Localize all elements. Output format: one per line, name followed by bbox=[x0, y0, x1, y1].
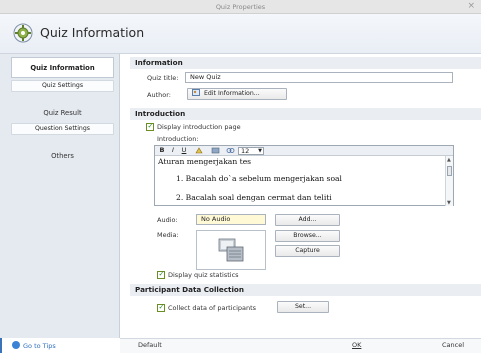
window-titlebar: Quiz Properties × bbox=[0, 0, 481, 14]
editor-toolbar: B I U 12 ▼ bbox=[155, 146, 453, 156]
display-intro-label: Display introduction page bbox=[157, 123, 241, 131]
capture-button[interactable]: Capture bbox=[275, 245, 340, 257]
display-stats-checkbox[interactable] bbox=[157, 270, 165, 279]
collect-data-checkbox[interactable] bbox=[157, 303, 165, 312]
sidebar-item-quiz-settings[interactable]: Quiz Settings bbox=[11, 80, 114, 92]
link-icon[interactable] bbox=[226, 146, 235, 155]
highlight-icon[interactable] bbox=[195, 146, 204, 155]
tips-icon bbox=[12, 341, 20, 349]
set-button[interactable]: Set... bbox=[277, 301, 329, 313]
go-to-tips-link[interactable]: Go to Tips bbox=[12, 341, 56, 350]
intro-content-title: Aturan mengerjakan tes bbox=[158, 157, 252, 166]
introduction-label: Introduction: bbox=[157, 135, 199, 143]
display-stats-label: Display quiz statistics bbox=[168, 271, 239, 279]
scroll-up-icon[interactable]: ▲ bbox=[447, 157, 451, 163]
edit-information-button[interactable]: Edit Information... bbox=[187, 88, 287, 100]
edit-info-icon bbox=[192, 89, 200, 96]
sidebar-item-others[interactable]: Others bbox=[11, 146, 114, 167]
audio-label: Audio: bbox=[157, 216, 178, 224]
ok-button[interactable]: OK bbox=[352, 341, 361, 349]
font-size-select[interactable]: 12 ▼ bbox=[238, 147, 264, 155]
sidebar: Quiz Information Quiz Settings Quiz Resu… bbox=[0, 54, 120, 338]
edit-information-label: Edit Information... bbox=[204, 90, 260, 97]
footer-bar bbox=[120, 338, 481, 353]
scroll-thumb[interactable] bbox=[447, 166, 452, 176]
quiz-title-input[interactable]: New Quiz bbox=[185, 72, 453, 83]
bold-button[interactable]: B bbox=[158, 146, 166, 155]
page-header: Quiz Information bbox=[0, 14, 481, 54]
chevron-down-icon: ▼ bbox=[258, 148, 262, 154]
introduction-editor[interactable]: B I U 12 ▼ Aturan mengerjakan tes 1. Bac… bbox=[154, 145, 454, 206]
page-title: Quiz Information bbox=[40, 25, 145, 40]
default-button[interactable]: Default bbox=[138, 341, 162, 349]
section-information: Information bbox=[130, 57, 481, 69]
font-size-value: 12 bbox=[241, 147, 250, 155]
image-icon[interactable] bbox=[211, 146, 220, 155]
sidebar-item-quiz-information[interactable]: Quiz Information bbox=[11, 57, 114, 78]
browse-button[interactable]: Browse... bbox=[275, 230, 340, 242]
section-introduction: Introduction bbox=[130, 108, 481, 120]
section-participant-data: Participant Data Collection bbox=[130, 284, 481, 296]
gear-icon bbox=[13, 23, 33, 43]
media-placeholder-icon bbox=[218, 238, 244, 262]
cancel-button[interactable]: Cancel bbox=[442, 341, 464, 349]
display-intro-checkbox[interactable] bbox=[146, 122, 154, 131]
underline-button[interactable]: U bbox=[180, 146, 188, 155]
editor-scrollbar[interactable]: ▲ ▼ bbox=[445, 156, 453, 206]
intro-content-item: 2. Bacalah soal dengan cermat dan teliti bbox=[176, 193, 332, 202]
sidebar-item-question-settings[interactable]: Question Settings bbox=[11, 123, 114, 135]
collect-data-label: Collect data of participants bbox=[168, 304, 257, 312]
italic-button[interactable]: I bbox=[169, 146, 177, 155]
sidebar-item-quiz-result[interactable]: Quiz Result bbox=[11, 103, 114, 124]
media-label: Media: bbox=[157, 231, 179, 239]
audio-field[interactable]: No Audio bbox=[196, 214, 266, 225]
media-preview[interactable] bbox=[196, 230, 266, 270]
go-to-tips-label: Go to Tips bbox=[23, 342, 56, 350]
scroll-down-icon[interactable]: ▼ bbox=[447, 200, 451, 206]
close-icon[interactable]: × bbox=[467, 1, 475, 11]
author-label: Author: bbox=[147, 91, 171, 99]
window-title: Quiz Properties bbox=[215, 3, 266, 11]
intro-content-item: 1. Bacalah do`a sebelum mengerjakan soal bbox=[176, 174, 342, 183]
quiz-title-label: Quiz title: bbox=[147, 74, 179, 82]
add-audio-button[interactable]: Add... bbox=[275, 214, 340, 226]
